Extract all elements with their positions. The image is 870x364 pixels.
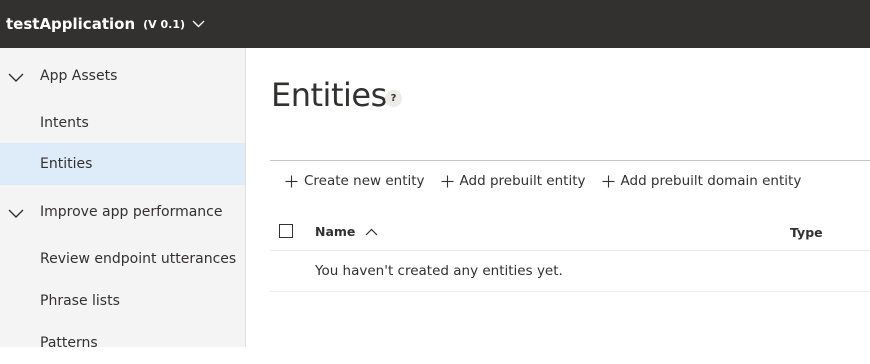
empty-state-message: You haven't created any entities yet.	[315, 263, 563, 279]
top-bar: testApplication (V 0.1)	[0, 0, 870, 48]
column-header-type[interactable]: Type	[790, 225, 823, 240]
sidebar-group-improve-app-performance[interactable]: Improve app performance	[0, 192, 246, 232]
main-content: Entities ? Create new entity Add prebuil…	[247, 48, 870, 347]
sidebar-item-label: Entities	[40, 156, 93, 172]
command-label: Add prebuilt entity	[459, 173, 586, 189]
chevron-down-icon[interactable]	[8, 204, 24, 223]
sidebar: App Assets Intents Entities Improve app …	[0, 48, 246, 351]
app-name[interactable]: testApplication	[6, 15, 135, 33]
command-label: Add prebuilt domain entity	[620, 173, 802, 189]
chevron-down-icon[interactable]	[192, 20, 205, 28]
sort-ascending-icon	[365, 228, 378, 236]
app-version[interactable]: (V 0.1)	[143, 18, 185, 31]
command-label: Create new entity	[304, 173, 425, 189]
sidebar-item-label: Review endpoint utterances	[40, 251, 237, 267]
sidebar-item-label: Phrase lists	[40, 293, 120, 309]
column-header-name[interactable]: Name	[315, 224, 378, 239]
sidebar-group-label: Improve app performance	[40, 204, 223, 220]
page-title: Entities	[271, 76, 387, 114]
empty-state-row: You haven't created any entities yet.	[270, 251, 870, 292]
sidebar-item-intents[interactable]: Intents	[0, 102, 245, 144]
divider	[270, 160, 870, 161]
sidebar-item-review-endpoint-utterances[interactable]: Review endpoint utterances	[0, 238, 245, 280]
sidebar-group-app-assets[interactable]: App Assets	[0, 56, 246, 96]
help-icon[interactable]: ?	[385, 90, 402, 107]
sidebar-item-phrase-lists[interactable]: Phrase lists	[0, 280, 245, 322]
sidebar-item-label: Intents	[40, 115, 89, 131]
sidebar-group-label: App Assets	[40, 68, 118, 84]
create-new-entity-button[interactable]: Create new entity	[285, 173, 425, 189]
plus-icon	[285, 175, 298, 188]
column-header-label: Name	[315, 224, 356, 239]
add-prebuilt-domain-entity-button[interactable]: Add prebuilt domain entity	[602, 173, 802, 189]
select-all-checkbox[interactable]	[279, 224, 293, 238]
sidebar-item-label: Patterns	[40, 335, 98, 351]
plus-icon	[602, 175, 615, 188]
add-prebuilt-entity-button[interactable]: Add prebuilt entity	[441, 173, 586, 189]
command-bar: Create new entity Add prebuilt entity Ad…	[285, 171, 817, 191]
grid-header: Name Type	[270, 213, 870, 251]
sidebar-item-patterns[interactable]: Patterns	[0, 322, 245, 364]
sidebar-item-entities[interactable]: Entities	[0, 143, 245, 185]
chevron-down-icon[interactable]	[8, 68, 24, 87]
plus-icon	[441, 175, 454, 188]
